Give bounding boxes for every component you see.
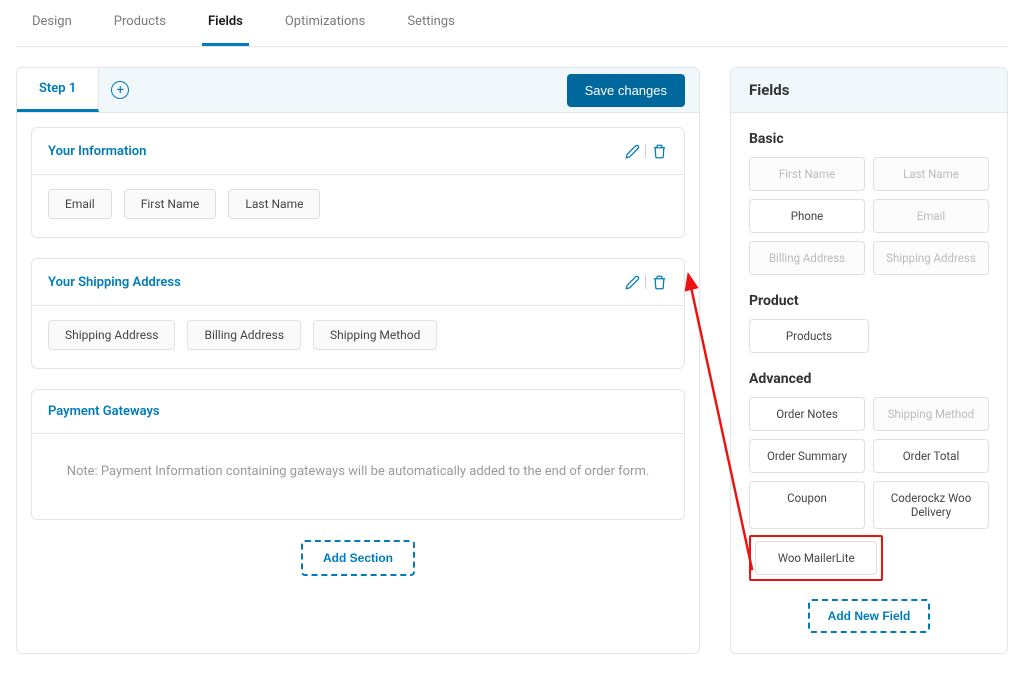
field-chip-last-name[interactable]: Last Name (228, 189, 320, 219)
tab-settings[interactable]: Settings (401, 0, 460, 46)
tab-fields[interactable]: Fields (202, 0, 249, 46)
field-phone[interactable]: Phone (749, 199, 865, 233)
payment-note: Note: Payment Information containing gat… (32, 434, 684, 519)
delete-icon[interactable] (650, 273, 668, 291)
field-shipping-address: Shipping Address (873, 241, 989, 275)
section-payment-gateways: Payment Gateways Note: Payment Informati… (31, 389, 685, 520)
field-order-summary[interactable]: Order Summary (749, 439, 865, 473)
add-step-button[interactable]: + (111, 81, 129, 99)
delete-icon[interactable] (650, 142, 668, 160)
steps-panel: Step 1 + Save changes Your Information (16, 67, 700, 654)
step-tab[interactable]: Step 1 (17, 68, 99, 112)
top-tabs: Design Products Fields Optimizations Set… (16, 0, 1008, 47)
step-header: Step 1 + Save changes (17, 68, 699, 113)
divider (645, 275, 646, 289)
add-new-field-button[interactable]: Add New Field (808, 599, 931, 633)
tab-products[interactable]: Products (108, 0, 172, 46)
save-button[interactable]: Save changes (567, 74, 685, 107)
advanced-group-title: Advanced (749, 371, 989, 387)
tab-optimizations[interactable]: Optimizations (279, 0, 371, 46)
field-chip-email[interactable]: Email (48, 189, 112, 219)
field-chip-billing-address[interactable]: Billing Address (187, 320, 301, 350)
field-order-total[interactable]: Order Total (873, 439, 989, 473)
section-shipping-address: Your Shipping Address (31, 258, 685, 369)
field-last-name: Last Name (873, 157, 989, 191)
plus-icon: + (117, 84, 124, 97)
field-order-notes[interactable]: Order Notes (749, 397, 865, 431)
field-chip-first-name[interactable]: First Name (124, 189, 217, 219)
field-billing-address: Billing Address (749, 241, 865, 275)
edit-icon[interactable] (623, 273, 641, 291)
field-shipping-method: Shipping Method (873, 397, 989, 431)
field-email: Email (873, 199, 989, 233)
field-chip-shipping-address[interactable]: Shipping Address (48, 320, 175, 350)
field-products[interactable]: Products (749, 319, 869, 353)
tab-design[interactable]: Design (26, 0, 78, 46)
product-group-title: Product (749, 293, 989, 309)
edit-icon[interactable] (623, 142, 641, 160)
section-title: Your Shipping Address (48, 275, 181, 290)
field-woo-mailerlite[interactable]: Woo MailerLite (755, 541, 877, 575)
highlighted-field-box: Woo MailerLite (749, 535, 883, 581)
divider (645, 144, 646, 158)
add-section-button[interactable]: Add Section (301, 540, 415, 576)
field-coupon[interactable]: Coupon (749, 481, 865, 529)
section-title: Your Information (48, 144, 146, 159)
fields-sidebar: Fields Basic First Name Last Name Phone … (730, 67, 1008, 654)
section-your-information: Your Information (31, 127, 685, 238)
sidebar-title: Fields (731, 68, 1007, 113)
basic-group-title: Basic (749, 131, 989, 147)
section-title: Payment Gateways (48, 404, 160, 419)
field-coderockz[interactable]: Coderockz Woo Delivery (873, 481, 989, 529)
field-first-name: First Name (749, 157, 865, 191)
field-chip-shipping-method[interactable]: Shipping Method (313, 320, 437, 350)
